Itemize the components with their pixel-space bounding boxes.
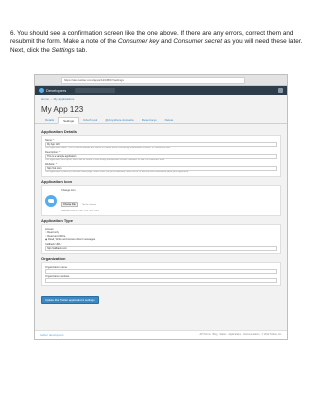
instruction-paragraph: 6. You should see a confirmation screen … — [10, 30, 310, 55]
tab-oauth-tool[interactable]: OAuth tool — [79, 117, 101, 123]
settings-emphasis: Settings — [51, 46, 75, 54]
site-footer: twitter developers API Terms · Blog · St… — [35, 330, 287, 339]
org-website-field[interactable] — [45, 277, 277, 283]
tab-reset-keys[interactable]: Reset keys — [138, 117, 161, 123]
instruction-text-2: and — [159, 38, 174, 46]
callback-url-field[interactable]: http://callback.com — [45, 245, 277, 251]
breadcrumb[interactable]: Home → My applications — [35, 95, 287, 103]
type-card: Access: Read only Read and Write Read, W… — [41, 224, 281, 254]
brand-label[interactable]: Developers — [46, 87, 66, 94]
update-settings-button[interactable]: Update this Twitter application's settin… — [41, 295, 99, 304]
browser-chrome: https://dev.twitter.com/apps/1234567/set… — [35, 75, 287, 91]
footer-links[interactable]: API Terms · Blog · Status · Applications… — [200, 333, 282, 336]
tab-delete[interactable]: Delete — [161, 117, 178, 123]
avatar[interactable] — [278, 88, 283, 93]
icon-help: Maximum size of 700k. JPG, GIF, PNG. — [61, 210, 100, 212]
search-input[interactable] — [75, 88, 115, 93]
details-card: Name: * My App 123 Your application name… — [41, 135, 281, 177]
instruction-text-4: tab. — [74, 46, 88, 54]
organization-heading: Organization — [41, 255, 66, 261]
no-file-text: No file chosen — [82, 204, 97, 206]
details-heading: Application Details — [41, 129, 78, 134]
page-title: My App 123 — [41, 105, 84, 114]
icon-heading: Application Icon — [41, 179, 73, 184]
footer-logo[interactable]: twitter developers — [40, 333, 64, 337]
name-help: Your application name. This is used to a… — [45, 147, 171, 149]
app-bird-icon — [45, 194, 57, 207]
embedded-screenshot: https://dev.twitter.com/apps/1234567/set… — [34, 74, 288, 340]
twitter-bird-icon[interactable] — [39, 88, 44, 93]
site-header: Developers — [35, 86, 287, 95]
choose-file-button[interactable]: Choose File — [61, 202, 78, 207]
access-read-write-dm-radio[interactable]: Read, Write and Access direct messages — [45, 238, 277, 242]
description-help: Your application description, which will… — [45, 159, 165, 161]
organization-card: Organization name: Organization website: — [41, 261, 281, 286]
icon-card: Change icon Choose File No file chosen M… — [41, 185, 281, 216]
consumer-key-emphasis: Consumer key — [117, 38, 160, 46]
settings-form: Application Details Name: * My App 123 Y… — [35, 124, 287, 309]
tab-anywhere-domains[interactable]: @Anywhere domains — [101, 117, 138, 123]
tab-details[interactable]: Details — [41, 117, 58, 123]
change-icon-label: Change icon — [61, 189, 76, 192]
address-bar[interactable]: https://dev.twitter.com/apps/1234567/set… — [61, 77, 245, 84]
type-heading: Application Type — [41, 218, 73, 223]
consumer-secret-emphasis: Consumer secret — [173, 38, 223, 46]
org-name-field[interactable] — [45, 268, 277, 274]
tab-settings[interactable]: Settings — [58, 117, 80, 124]
tab-bar: Details Settings OAuth tool @Anywhere do… — [35, 117, 287, 124]
website-help: Your application's publicly accessible h… — [45, 171, 189, 173]
